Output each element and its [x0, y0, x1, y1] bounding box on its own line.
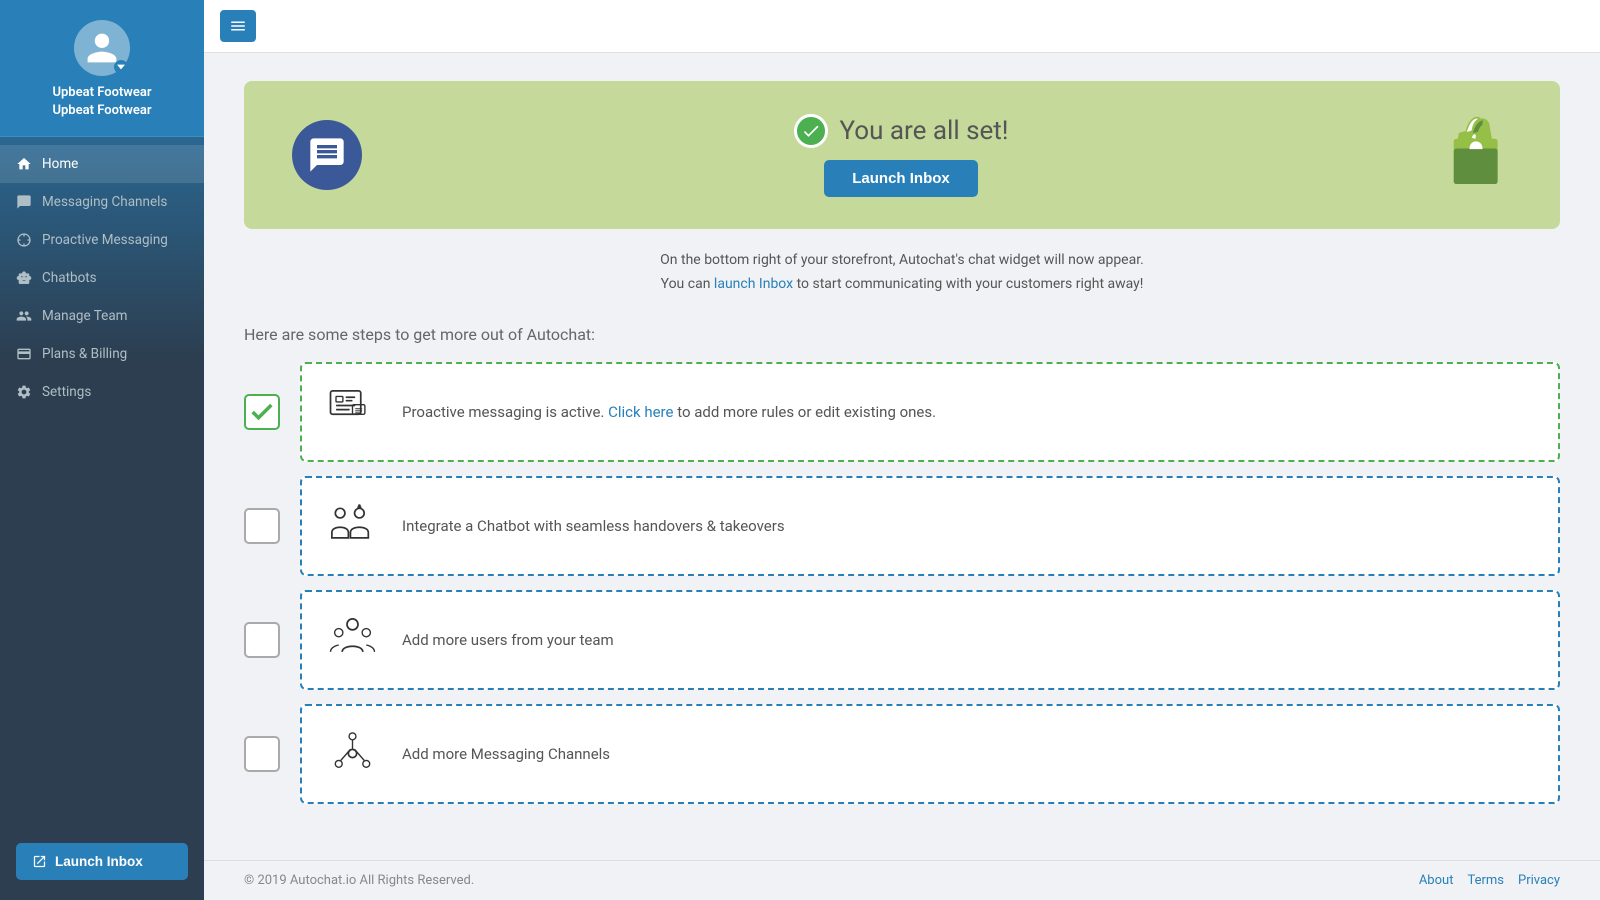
topbar [204, 0, 1600, 53]
success-check-icon [794, 114, 828, 148]
sidebar-nav: Home Messaging Channels Proactive Messag… [0, 137, 204, 831]
step-text-channels: Add more Messaging Channels [402, 745, 610, 763]
sidebar-item-messaging-channels[interactable]: Messaging Channels [0, 183, 204, 221]
sidebar-launch-inbox-button[interactable]: Launch Inbox [16, 843, 188, 880]
channels-icon [322, 724, 382, 784]
sidebar-item-settings[interactable]: Settings [0, 373, 204, 411]
step-text-chatbot: Integrate a Chatbot with seamless handov… [402, 517, 785, 535]
chat-bubble-icon [292, 120, 362, 190]
step-row-chatbot: Integrate a Chatbot with seamless handov… [244, 476, 1560, 576]
sidebar: Upbeat Footwear Upbeat Footwear Home Mes… [0, 0, 204, 900]
info-text: On the bottom right of your storefront, … [244, 249, 1560, 297]
footer-about-link[interactable]: About [1419, 873, 1454, 888]
step-text-proactive: Proactive messaging is active. Click her… [402, 403, 936, 421]
step-checkbox-proactive[interactable] [244, 394, 280, 430]
company-name: Upbeat Footwear Upbeat Footwear [52, 84, 151, 120]
step-checkbox-team[interactable] [244, 622, 280, 658]
banner-title-row: You are all set! [794, 114, 1009, 148]
main-content: You are all set! Launch Inbox On the [204, 0, 1600, 900]
banner-title: You are all set! [840, 116, 1009, 146]
step-checkbox-chatbot[interactable] [244, 508, 280, 544]
footer: © 2019 Autochat.io All Rights Reserved. … [204, 860, 1600, 900]
avatar [74, 20, 130, 76]
sidebar-item-home[interactable]: Home [0, 145, 204, 183]
footer-links: About Terms Privacy [1419, 873, 1560, 888]
sidebar-item-manage-team[interactable]: Manage Team [0, 297, 204, 335]
shopify-icon [1440, 113, 1512, 197]
step-card-channels[interactable]: Add more Messaging Channels [300, 704, 1560, 804]
chatbot-icon [322, 496, 382, 556]
footer-terms-link[interactable]: Terms [1467, 873, 1504, 888]
page-content: You are all set! Launch Inbox On the [204, 53, 1600, 860]
sidebar-item-proactive-messaging[interactable]: Proactive Messaging [0, 221, 204, 259]
sidebar-header: Upbeat Footwear Upbeat Footwear [0, 0, 204, 137]
step-checkbox-channels[interactable] [244, 736, 280, 772]
step-row-proactive: Proactive messaging is active. Click her… [244, 362, 1560, 462]
step-card-proactive[interactable]: Proactive messaging is active. Click her… [300, 362, 1560, 462]
step-card-team[interactable]: Add more users from your team [300, 590, 1560, 690]
step-row-channels: Add more Messaging Channels [244, 704, 1560, 804]
sidebar-item-plans-billing[interactable]: Plans & Billing [0, 335, 204, 373]
footer-privacy-link[interactable]: Privacy [1518, 873, 1560, 888]
avatar-caret [114, 60, 128, 74]
team-icon [322, 610, 382, 670]
footer-copyright: © 2019 Autochat.io All Rights Reserved. [244, 873, 474, 888]
step-row-team: Add more users from your team [244, 590, 1560, 690]
banner-center: You are all set! Launch Inbox [794, 114, 1009, 197]
sidebar-item-chatbots[interactable]: Chatbots [0, 259, 204, 297]
setup-banner: You are all set! Launch Inbox [244, 81, 1560, 229]
proactive-click-here-link[interactable]: Click here [608, 403, 673, 421]
proactive-icon [322, 382, 382, 442]
launch-inbox-link[interactable]: launch Inbox [714, 276, 793, 292]
banner-launch-inbox-button[interactable]: Launch Inbox [824, 160, 978, 197]
step-card-chatbot[interactable]: Integrate a Chatbot with seamless handov… [300, 476, 1560, 576]
step-text-team: Add more users from your team [402, 631, 614, 649]
menu-toggle-button[interactable] [220, 10, 256, 42]
steps-heading: Here are some steps to get more out of A… [244, 325, 1560, 344]
